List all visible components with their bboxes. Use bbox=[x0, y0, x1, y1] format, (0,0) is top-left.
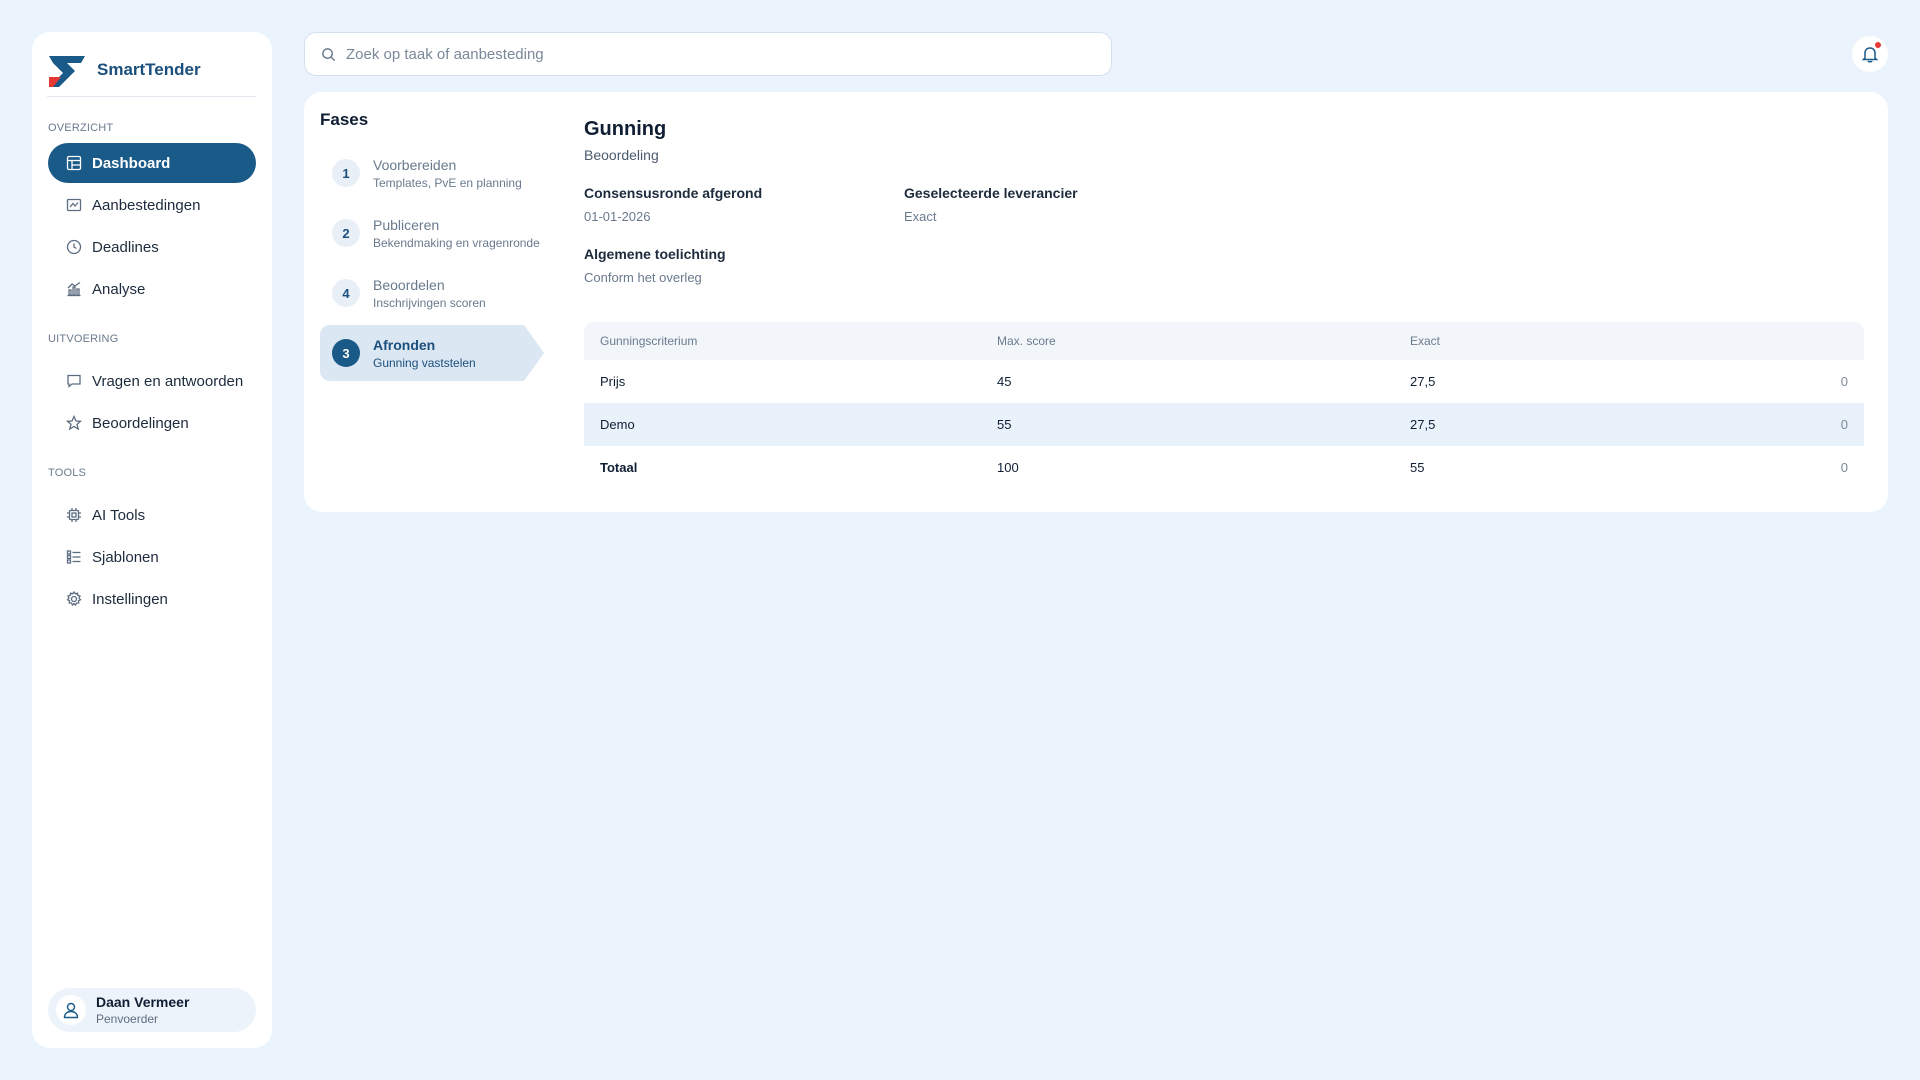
list-icon bbox=[66, 549, 82, 565]
table-row-total: Totaal 100 55 0 bbox=[584, 446, 1864, 489]
table-cell: 45 bbox=[997, 374, 1012, 389]
table-cell: 0 bbox=[1840, 374, 1848, 389]
sidebar-item-label: Instellingen bbox=[92, 590, 168, 608]
sidebar-item-beoordelingen[interactable]: Beoordelingen bbox=[48, 403, 256, 443]
tenders-icon bbox=[66, 197, 82, 213]
chart-icon bbox=[66, 281, 82, 297]
award-table: Gunningscriterium Max. score Exact Prijs… bbox=[584, 322, 1864, 489]
column-header: Gunningscriterium bbox=[600, 334, 698, 348]
main-card: Fases 1 Voorbereiden Templates, PvE en p… bbox=[304, 92, 1888, 512]
sidebar-item-analyse[interactable]: Analyse bbox=[48, 269, 256, 309]
column-header: Exact bbox=[1410, 334, 1441, 348]
sidebar-item-label: AI Tools bbox=[92, 506, 146, 524]
detail-subtitle: Beoordeling bbox=[584, 147, 659, 163]
sidebar-item-aanbestedingen[interactable]: Aanbestedingen bbox=[48, 185, 256, 225]
notes-value: Conform het overleg bbox=[584, 270, 702, 285]
notification-badge bbox=[1874, 41, 1882, 49]
notifications-button[interactable] bbox=[1852, 36, 1888, 72]
phase-subtitle: Bekendmaking en vragenronde bbox=[373, 235, 540, 250]
phase-item-voorbereiden[interactable]: 1 Voorbereiden Templates, PvE en plannin… bbox=[320, 145, 544, 201]
user-role: Penvoerder bbox=[96, 1012, 159, 1026]
phase-item-beoordelen[interactable]: 4 Beoordelen Inschrijvingen scoren bbox=[320, 265, 544, 321]
app-logo[interactable]: SmartTender bbox=[47, 54, 256, 97]
table-cell: 55 bbox=[997, 417, 1012, 432]
table-row[interactable]: Prijs 45 27,5 0 bbox=[584, 360, 1864, 403]
column-header: Max. score bbox=[997, 334, 1056, 348]
sidebar-item-instellingen[interactable]: Instellingen bbox=[48, 579, 256, 619]
sidebar-item-label: Vragen en antwoorden bbox=[92, 372, 244, 390]
search-bar bbox=[304, 32, 1112, 76]
phase-subtitle: Inschrijvingen scoren bbox=[373, 295, 486, 310]
sidebar-item-vragen[interactable]: Vragen en antwoorden bbox=[48, 361, 256, 401]
table-header: Gunningscriterium Max. score Exact bbox=[584, 322, 1864, 360]
phase-number: 2 bbox=[332, 219, 360, 247]
table-cell: 0 bbox=[1840, 417, 1848, 432]
search-input[interactable] bbox=[346, 45, 1086, 63]
phase-number: 4 bbox=[332, 279, 360, 307]
dashboard-icon bbox=[66, 155, 82, 171]
supplier-label: Geselecteerde leverancier bbox=[904, 185, 1078, 201]
table-cell: 100 bbox=[997, 460, 1019, 475]
sidebar-item-sjablonen[interactable]: Sjablonen bbox=[48, 537, 256, 577]
section-label-tools: TOOLS bbox=[48, 467, 87, 479]
consensus-label: Consensusronde afgerond bbox=[584, 185, 763, 201]
smarttender-logo-icon bbox=[49, 55, 85, 87]
sidebar-item-label: Dashboard bbox=[92, 154, 171, 172]
section-label-overzicht: OVERZICHT bbox=[48, 122, 114, 134]
sidebar: SmartTender OVERZICHT Dashboard Aanbeste… bbox=[32, 32, 272, 1048]
phase-title: Publiceren bbox=[373, 216, 440, 233]
phase-item-afronden[interactable]: 3 Afronden Gunning vaststelen bbox=[320, 325, 544, 381]
user-name: Daan Vermeer bbox=[96, 994, 190, 1010]
phases-title: Fases bbox=[320, 110, 369, 129]
sidebar-item-label: Sjablonen bbox=[92, 548, 159, 566]
phase-subtitle: Templates, PvE en planning bbox=[373, 175, 522, 190]
section-label-uitvoering: UITVOERING bbox=[48, 333, 119, 345]
sidebar-item-label: Aanbestedingen bbox=[92, 196, 201, 214]
sidebar-item-dashboard[interactable]: Dashboard bbox=[48, 143, 256, 183]
sidebar-item-label: Analyse bbox=[92, 280, 146, 298]
chip-icon bbox=[66, 507, 82, 523]
user-icon bbox=[63, 1002, 79, 1019]
phase-title: Afronden bbox=[373, 336, 436, 353]
table-cell: Totaal bbox=[600, 460, 638, 475]
phase-title: Voorbereiden bbox=[373, 156, 457, 173]
table-cell: Demo bbox=[600, 417, 635, 432]
sidebar-item-label: Beoordelingen bbox=[92, 414, 189, 432]
sidebar-item-ai-tools[interactable]: AI Tools bbox=[48, 495, 256, 535]
gear-icon bbox=[66, 591, 82, 607]
table-cell: 27,5 bbox=[1410, 417, 1436, 432]
phase-subtitle: Gunning vaststelen bbox=[373, 355, 476, 370]
table-cell: 27,5 bbox=[1410, 374, 1436, 389]
table-row[interactable]: Demo 55 27,5 0 bbox=[584, 403, 1864, 446]
clock-icon bbox=[66, 239, 82, 255]
table-cell: 0 bbox=[1840, 460, 1848, 475]
chat-icon bbox=[66, 373, 82, 389]
avatar bbox=[56, 995, 86, 1025]
app-name: SmartTender bbox=[97, 60, 201, 79]
detail-title: Gunning bbox=[584, 118, 667, 140]
phase-item-publiceren[interactable]: 2 Publiceren Bekendmaking en vragenronde bbox=[320, 205, 544, 261]
phase-title: Beoordelen bbox=[373, 276, 445, 293]
supplier-value: Exact bbox=[904, 209, 937, 224]
table-cell: 55 bbox=[1410, 460, 1425, 475]
notes-label: Algemene toelichting bbox=[584, 246, 726, 262]
phase-number: 1 bbox=[332, 159, 360, 187]
user-profile-card[interactable]: Daan Vermeer Penvoerder bbox=[48, 988, 256, 1032]
sidebar-item-label: Deadlines bbox=[92, 238, 159, 256]
table-cell: Prijs bbox=[600, 374, 626, 389]
search-icon bbox=[322, 47, 336, 61]
consensus-value: 01-01-2026 bbox=[584, 209, 651, 224]
phase-number: 3 bbox=[332, 339, 360, 367]
sidebar-item-deadlines[interactable]: Deadlines bbox=[48, 227, 256, 267]
star-icon bbox=[66, 415, 82, 431]
